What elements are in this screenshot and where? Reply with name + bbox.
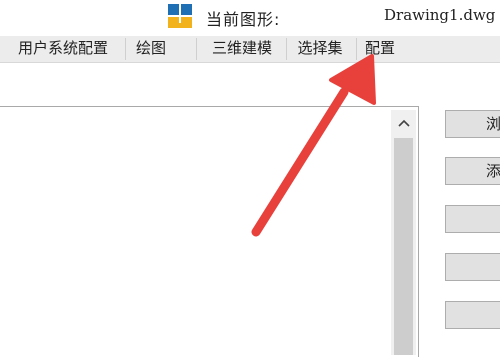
tab-selection[interactable]: 选择集 (288, 36, 352, 62)
vertical-scrollbar[interactable] (391, 110, 416, 355)
tab-separator (286, 38, 287, 60)
tab-3d-modeling[interactable]: 三维建模 (200, 36, 284, 62)
side-button-5[interactable] (445, 301, 500, 329)
scrollbar-thumb[interactable] (394, 138, 413, 355)
side-button-4[interactable] (445, 253, 500, 281)
side-button-3[interactable] (445, 205, 500, 233)
browse-button[interactable]: 浏 (445, 110, 500, 138)
tab-profiles[interactable]: 配置 (358, 36, 402, 62)
tab-user-preferences[interactable]: 用户系统配置 (2, 36, 124, 62)
add-button[interactable]: 添 (445, 157, 500, 185)
app-logo-icon (168, 4, 192, 28)
scroll-up-button[interactable] (391, 110, 416, 136)
current-drawing-label: 当前图形: (206, 10, 281, 29)
chevron-up-icon (397, 119, 410, 127)
tab-separator (356, 38, 357, 60)
title-bar: 当前图形: Drawing1.dwg (0, 0, 500, 36)
profiles-list-panel[interactable] (0, 106, 419, 357)
tab-drafting[interactable]: 绘图 (126, 36, 176, 62)
current-drawing-filename: Drawing1.dwg (384, 6, 496, 24)
tab-separator (196, 38, 197, 60)
options-tab-bar: 用户系统配置 绘图 三维建模 选择集 配置 (0, 36, 500, 63)
